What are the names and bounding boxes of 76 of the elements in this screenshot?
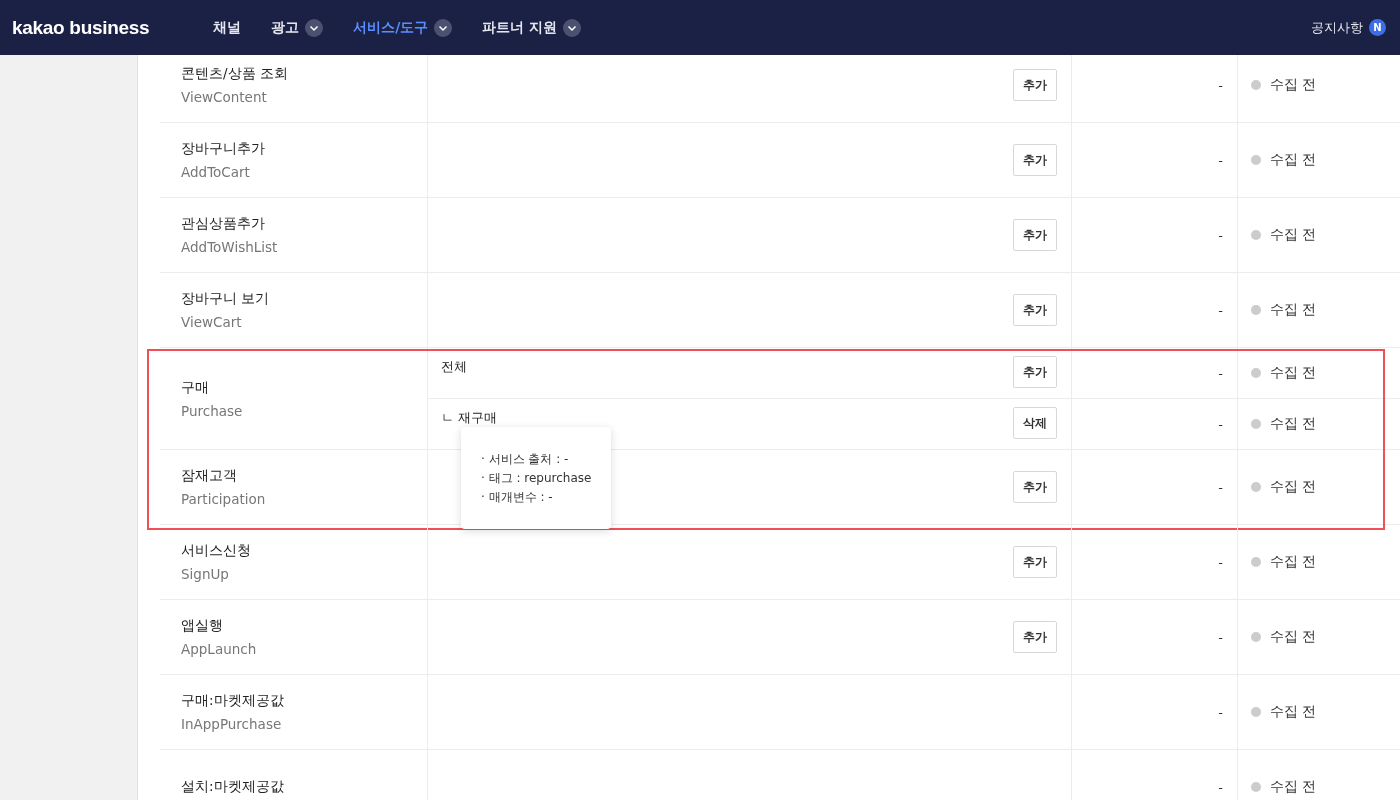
status-text: 수집 전: [1270, 226, 1317, 244]
value-text: -: [1218, 227, 1223, 243]
nav-link[interactable]: 광고: [271, 18, 300, 37]
notice-link[interactable]: 공지사항: [1311, 18, 1363, 37]
action-button[interactable]: 추가: [1013, 356, 1057, 388]
event-name: 장바구니 보기: [181, 290, 271, 308]
event-name: 설치:마켓제공값: [181, 778, 285, 796]
value-text: -: [1218, 365, 1223, 381]
status-dot: [1251, 155, 1261, 165]
event-code: InAppPurchase: [181, 716, 283, 732]
event-name: 구매:마켓제공값: [181, 692, 285, 710]
status-text: 수집 전: [1270, 301, 1317, 319]
value-text: -: [1218, 479, 1223, 495]
event-code: Purchase: [181, 402, 244, 419]
event-name: 서비스신청: [181, 542, 252, 560]
event-name: 앱실행: [181, 617, 224, 635]
value-text: -: [1218, 302, 1223, 318]
action-button[interactable]: 추가: [1013, 219, 1057, 251]
value-text: -: [1218, 629, 1223, 645]
tooltip-line: · 태그 : repurchase: [481, 469, 593, 487]
event-name: 장바구니추가: [181, 140, 266, 158]
action-button[interactable]: 추가: [1013, 621, 1057, 653]
status-dot: [1251, 305, 1261, 315]
value-text: -: [1218, 554, 1223, 570]
value-text: -: [1218, 779, 1223, 795]
chevron-down-icon[interactable]: [305, 18, 324, 37]
logo[interactable]: kakao business: [12, 16, 150, 39]
event-code: Participation: [181, 491, 267, 507]
status-dot: [1251, 419, 1261, 429]
sub-event-label: 전체: [441, 358, 467, 376]
event-name: 잠재고객: [181, 467, 238, 485]
action-button[interactable]: 추가: [1013, 471, 1057, 503]
value-text: -: [1218, 152, 1223, 168]
status-text: 수집 전: [1270, 478, 1317, 496]
action-button[interactable]: 추가: [1013, 69, 1057, 101]
event-code: ViewContent: [181, 89, 268, 105]
value-text: -: [1218, 77, 1223, 93]
event-code: AppLaunch: [181, 641, 258, 657]
status-text: 수집 전: [1270, 415, 1317, 433]
status-dot: [1251, 368, 1261, 378]
event-code: AddToWishList: [181, 239, 279, 255]
action-button[interactable]: 추가: [1013, 294, 1057, 326]
status-text: 수집 전: [1270, 628, 1317, 646]
event-code: SignUp: [181, 566, 230, 582]
status-text: 수집 전: [1270, 778, 1317, 796]
event-code: AddToCart: [181, 164, 251, 180]
action-button[interactable]: 삭제: [1013, 407, 1057, 439]
action-button[interactable]: 추가: [1013, 546, 1057, 578]
chevron-down-icon[interactable]: [563, 18, 582, 37]
status-dot: [1251, 482, 1261, 492]
event-name: 콘텐츠/상품 조회: [181, 65, 289, 83]
status-dot: [1251, 230, 1261, 240]
nav-link[interactable]: 채널: [213, 18, 242, 37]
status-text: 수집 전: [1270, 553, 1317, 571]
status-text: 수집 전: [1270, 364, 1317, 382]
event-code: ViewCart: [181, 314, 243, 330]
tooltip-line: · 서비스 출처 : -: [481, 450, 570, 468]
nav-link[interactable]: 파트너 지원: [482, 18, 558, 37]
status-dot: [1251, 557, 1261, 567]
status-dot: [1251, 632, 1261, 642]
event-name: 구매: [181, 378, 210, 397]
chevron-down-icon[interactable]: [434, 18, 453, 37]
status-text: 수집 전: [1270, 151, 1317, 169]
action-button[interactable]: 추가: [1013, 144, 1057, 176]
event-name: 관심상품추가: [181, 215, 266, 233]
value-text: -: [1218, 704, 1223, 720]
status-dot: [1251, 782, 1261, 792]
new-badge: N: [1369, 19, 1386, 36]
nav-link[interactable]: 서비스/도구: [353, 18, 429, 37]
status-text: 수집 전: [1270, 76, 1317, 94]
tooltip-line: · 매개변수 : -: [481, 488, 554, 506]
status-dot: [1251, 80, 1261, 90]
sub-event-label: ㄴ 재구매: [441, 409, 498, 427]
status-dot: [1251, 707, 1261, 717]
value-text: -: [1218, 416, 1223, 432]
status-text: 수집 전: [1270, 703, 1317, 721]
